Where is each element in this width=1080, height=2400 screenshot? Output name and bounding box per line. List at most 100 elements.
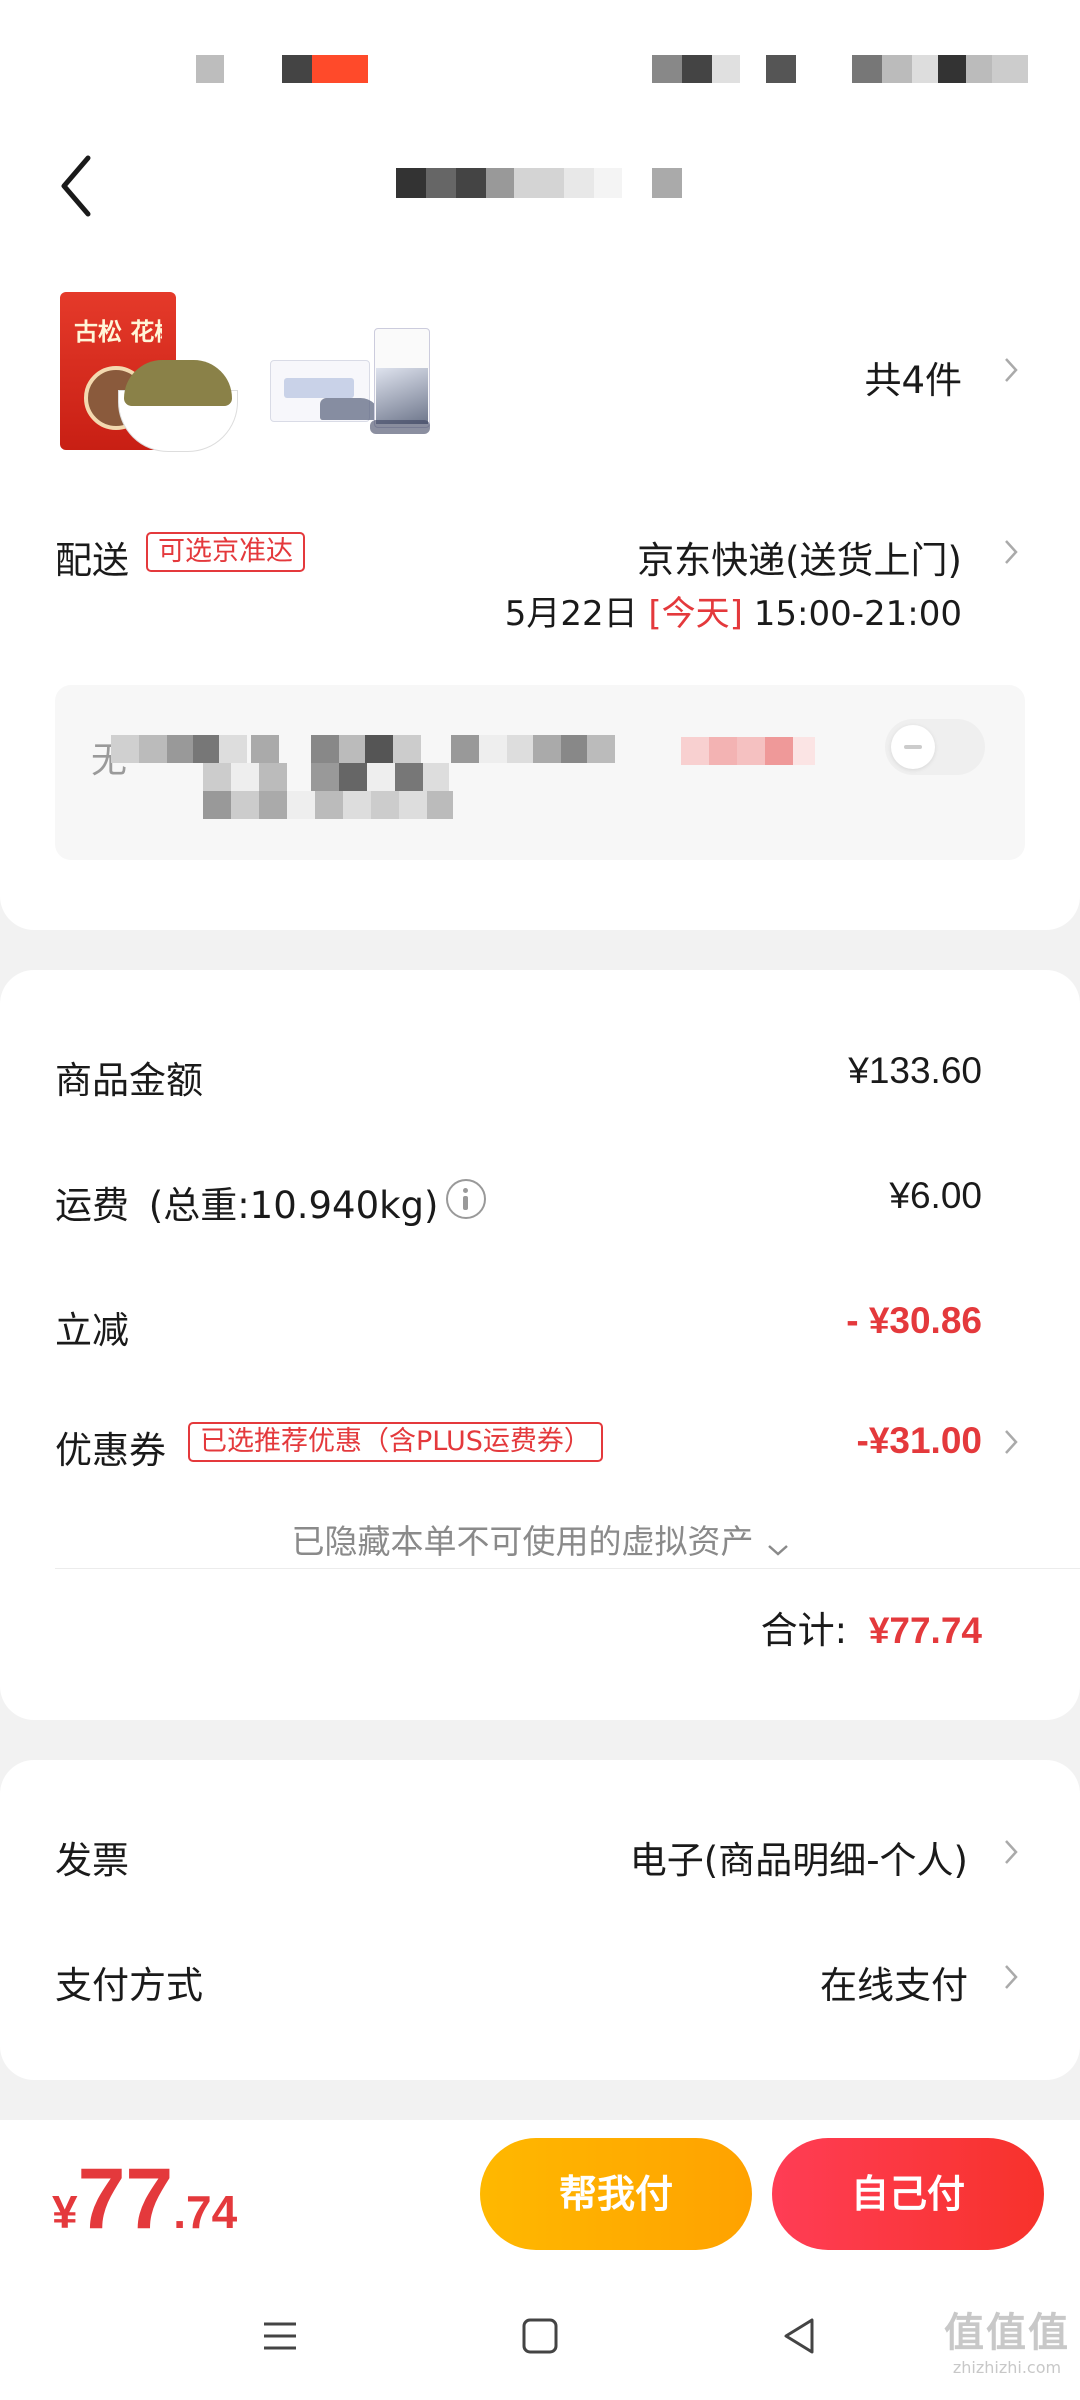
product-thumbnail [270,308,440,458]
chevron-right-icon [1002,356,1020,384]
status-pixel [882,55,912,83]
product-label: 古松 花椒粉 [74,318,162,346]
delivery-row[interactable]: 配送 可选京准达 京东快递(送货上门) 5月22日 [今天] 15:00-21:… [0,530,1080,650]
goods-amount-label: 商品金额 [55,1059,203,1102]
blur-pixel [765,737,793,765]
chevron-right-icon [1002,1963,1020,1991]
page-title-blur [426,168,456,198]
chevron-right-icon [1002,1838,1020,1866]
page-title-blur [486,168,514,198]
status-pixel [852,55,882,83]
goods-amount-row: 商品金额 ¥133.60 [0,1050,1080,1110]
system-nav-bar [0,2280,1080,2400]
blur-pixel [251,735,279,763]
blur-pixel [343,791,371,819]
product-thumbnail: 古松 花椒粉 [58,290,238,460]
blur-pixel [507,735,533,763]
order-items-card: 古松 花椒粉 共4件 配送 可选京准达 京东快递(送货上门) 5月22日 [今天 [0,240,1080,930]
blur-pixel [737,737,765,765]
delivery-window: 15:00-21:00 [753,594,962,634]
help-pay-button[interactable]: 帮我付 [480,2138,752,2250]
status-pixel [682,55,712,83]
info-icon[interactable] [446,1179,486,1219]
page-title-blur [564,168,594,198]
blur-pixel [479,735,507,763]
coupon-label: 优惠券 [55,1429,166,1472]
total-block: 合计: ¥77.74 [761,1600,982,1654]
blur-pixel [339,763,367,791]
blur-pixel [259,791,287,819]
blur-pixel [561,735,587,763]
watermark-logo: 值值值 [944,2310,1070,2356]
status-pixel [282,55,312,83]
payment-method-row[interactable]: 支付方式 在线支付 [0,1955,1080,2015]
invoice-row[interactable]: 发票 电子(商品明细-个人) [0,1830,1080,1890]
blur-pixel [423,763,449,791]
blur-pixel [451,735,479,763]
delivery-time: 5月22日 [今天] 15:00-21:00 [505,586,962,635]
discount-label: 立减 [55,1309,129,1352]
blur-pixel [111,735,139,763]
page-title-blur [594,168,622,198]
discount-value: - ¥30.86 [846,1300,982,1341]
delivery-method: 京东快递(送货上门) [637,539,962,582]
status-pixel [196,55,224,83]
shipping-row: 运费 (总重:10.940kg) ¥6.00 [0,1175,1080,1235]
price-summary-card: 商品金额 ¥133.60 运费 (总重:10.940kg) ¥6.00 立减 -… [0,970,1080,1720]
blur-pixel [203,763,231,791]
promo-toggle[interactable] [885,719,985,775]
blur-pixel [311,735,339,763]
shipping-label-text: 运费 [55,1184,129,1227]
invoice-payment-card: 发票 电子(商品明细-个人) 支付方式 在线支付 [0,1760,1080,2080]
hidden-assets-text: 已隐藏本单不可使用的虚拟资产 [291,1522,754,1561]
status-pixel [766,55,796,83]
blur-pixel [681,737,709,765]
home-icon[interactable] [518,2314,562,2358]
product-row[interactable]: 古松 花椒粉 共4件 [0,240,1080,480]
invoice-value: 电子(商品明细-个人) [629,1839,968,1882]
hidden-assets-toggle[interactable]: 已隐藏本单不可使用的虚拟资产 [0,1515,1080,1565]
blur-pixel [427,791,453,819]
jd-zhunda-tag: 可选京准达 [146,532,305,572]
blur-pixel [139,735,167,763]
blur-pixel [231,763,259,791]
status-pixel [712,55,740,83]
blur-pixel [367,763,395,791]
blur-pixel [709,737,737,765]
minus-circle-icon [891,725,935,769]
status-pixel [912,55,938,83]
payment-method-label: 支付方式 [55,1964,203,2007]
status-pixel [652,55,682,83]
blur-pixel [399,791,427,819]
blur-pixel [203,791,231,819]
price-decimal: .74 [173,2186,238,2238]
divider [55,1568,1080,1569]
back-triangle-icon[interactable] [778,2314,822,2358]
chevron-down-icon [767,1542,789,1556]
price-currency: ¥ [52,2186,78,2238]
total-label: 合计: [760,1609,848,1652]
shipping-label: 运费 (总重:10.940kg) [55,1175,438,1229]
page-header [0,130,1080,240]
goods-amount-value: ¥133.60 [848,1050,982,1091]
blur-pixel [167,735,193,763]
watermark-url: zhizhizhi.com [952,2358,1062,2377]
blur-pixel [259,763,287,791]
blur-pixel [393,735,421,763]
menu-icon[interactable] [258,2314,302,2358]
blur-pixel [315,791,343,819]
coupon-row[interactable]: 优惠券 已选推荐优惠（含PLUS运费券） -¥31.00 [0,1420,1080,1480]
self-pay-button[interactable]: 自己付 [772,2138,1044,2250]
today-label: [今天] [648,594,743,634]
blur-pixel [533,735,561,763]
back-button[interactable] [50,150,110,220]
blur-pixel [231,791,259,819]
back-arrow-icon [61,155,91,217]
blur-pixel [339,735,365,763]
blur-pixel [311,763,339,791]
blur-pixel [793,737,815,765]
watermark: 值值值 zhizhizhi.com [944,2300,1070,2377]
total-row: 合计: ¥77.74 [0,1600,1080,1660]
status-pixel [312,55,368,83]
discount-row: 立减 - ¥30.86 [0,1300,1080,1360]
